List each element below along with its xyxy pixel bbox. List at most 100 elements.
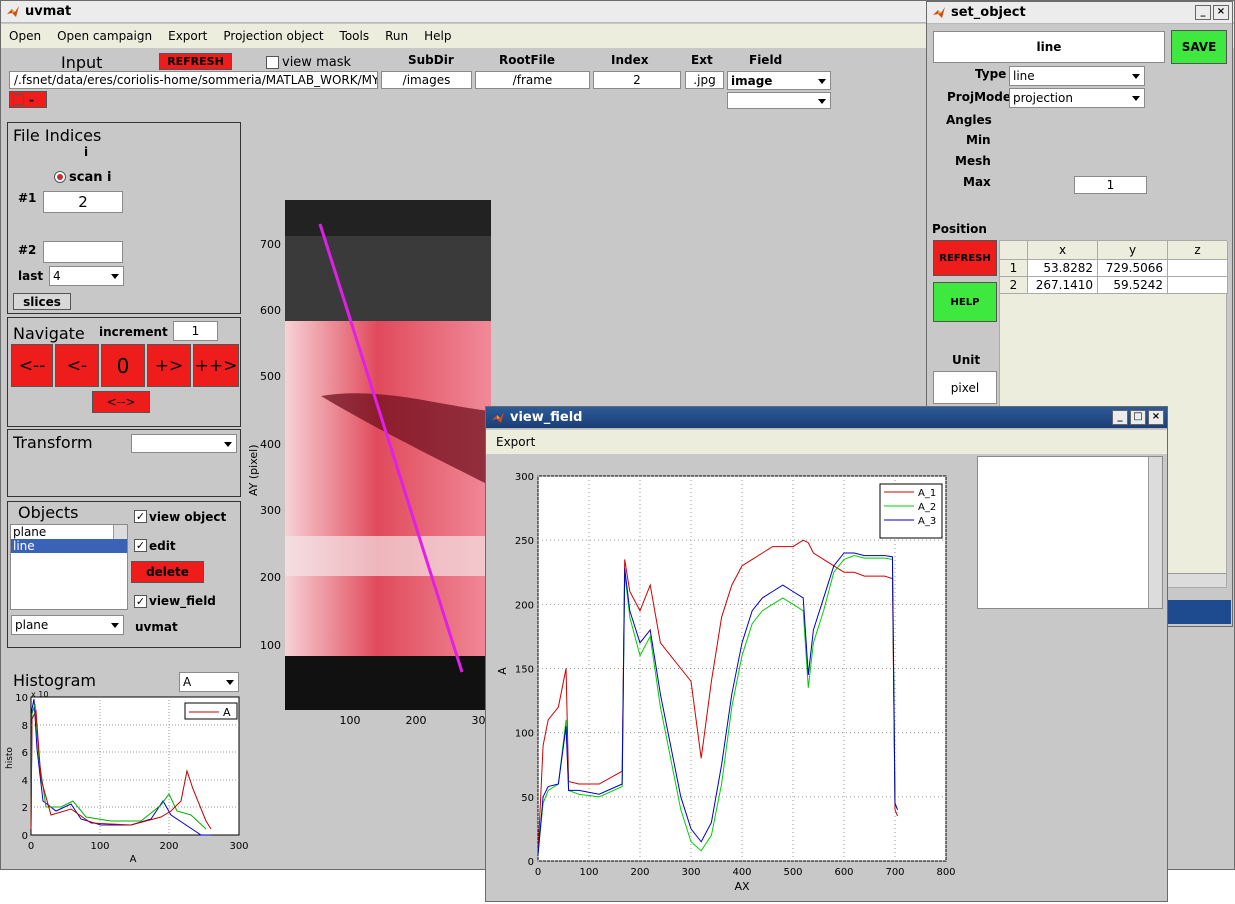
edit-label: edit [149,539,176,553]
table-cell-z[interactable] [1168,260,1228,277]
nav-last-button[interactable]: ++> [193,344,239,387]
table-cell-y[interactable]: 729.5066 [1098,260,1168,277]
help-button[interactable]: HELP [933,282,997,322]
image-xtick-200: 200 [406,714,427,727]
menu-export[interactable]: Export [160,29,215,43]
view-field-label: view_field [149,594,216,608]
chart-ytick-150: 150 [515,665,534,676]
set-object-refresh-button[interactable]: REFRESH [933,240,997,276]
new-object-select[interactable]: plane [11,615,124,635]
menu-projection-object[interactable]: Projection object [215,29,331,43]
histogram-xtick-300: 300 [229,841,248,852]
view-mask-checkbox[interactable] [266,56,279,69]
chart-legend-label-a-2: A_2 [918,502,936,513]
maximize-icon[interactable]: □ [1130,410,1146,425]
histogram-ytick-6: 6 [22,748,28,759]
image-ytick-700: 700 [260,238,281,251]
view-field-checkbox[interactable]: ✓ [134,595,147,608]
n2-input[interactable] [43,241,123,263]
uvmat-title: uvmat [25,4,72,19]
field-select[interactable]: image [727,71,831,90]
slices-button[interactable]: slices [13,293,71,310]
ext-input[interactable]: .jpg [685,71,724,89]
menu-tools[interactable]: Tools [332,29,378,43]
nav-prev-button[interactable]: <- [55,344,99,387]
scan-i-radio[interactable] [54,171,66,183]
chart-xtick-600: 600 [834,867,853,878]
input-refresh-button[interactable]: REFRESH [159,53,232,70]
max-input[interactable]: 1 [1074,176,1147,194]
table-cell-x[interactable]: 53.8282 [1028,260,1098,277]
i-label: i [84,145,89,159]
table-header-x[interactable]: x [1028,241,1098,260]
table-header-z[interactable]: z [1168,241,1228,260]
image-plot[interactable]: AY (pixel) 100 200 300 400 500 600 700 1… [241,196,491,736]
table-cell-y[interactable]: 59.5242 [1098,277,1168,294]
menu-open-campaign[interactable]: Open campaign [49,29,160,43]
projmode-select[interactable]: projection [1009,88,1145,108]
chart-legend-label-a-3: A_3 [918,516,936,527]
objects-list-item-line[interactable]: line [11,539,127,553]
minus-checkbox[interactable] [13,94,24,105]
menu-help[interactable]: Help [416,29,459,43]
nav-zero-button[interactable]: 0 [101,344,145,387]
unit-input[interactable]: pixel [933,371,997,404]
view-object-checkbox[interactable]: ✓ [134,510,147,523]
index-header: Index [611,53,649,67]
objects-panel: Objects plane line ✓ view object ✓ edit … [7,501,241,648]
transform-select[interactable] [131,434,237,453]
delete-button[interactable]: delete [131,561,204,583]
view-field-menu-export[interactable]: Export [486,435,543,449]
chart-ylabel: A [496,667,509,675]
transform-title: Transform [13,433,93,452]
histogram-legend-label: A [223,706,231,719]
increment-input[interactable]: 1 [173,321,218,341]
table-cell-x[interactable]: 267.1410 [1028,277,1098,294]
chart-xtick-0: 0 [535,867,541,878]
type-select[interactable]: line [1009,66,1145,86]
chart-xtick-500: 500 [783,867,802,878]
image-tank-box [285,236,491,321]
side-list-scrollbar[interactable] [1148,457,1162,608]
nav-next-button[interactable]: +> [147,344,191,387]
table-header-y[interactable]: y [1098,241,1168,260]
index-input[interactable]: 2 [593,71,681,89]
chart-x-ticks: 0 100 200 300 400 500 600 700 800 [535,867,956,878]
minus-button[interactable]: - [9,91,47,108]
objects-list-item-plane[interactable]: plane [11,525,127,539]
close-icon[interactable]: × [1213,5,1229,20]
n1-input[interactable]: 2 [43,191,123,213]
last-select[interactable]: 4 [49,266,124,286]
histogram-plot[interactable]: x 10 A histo 0 2 4 6 8 10 0 100 200 300 … [1,689,251,867]
view-field-chart[interactable]: 0 100 200 300 400 500 600 700 800 0 50 100 150 200 25… [486,456,966,900]
subdir-input[interactable]: /images [381,71,472,89]
objects-list[interactable]: plane line [10,524,128,610]
minimize-icon[interactable]: _ [1112,410,1128,425]
minimize-icon[interactable]: _ [1195,5,1211,20]
file-indices-panel: File Indices i scan i #1 2 #2 last 4 sli… [7,122,241,314]
rootfile-input[interactable]: /frame [475,71,590,89]
max-label: Max [963,175,991,189]
histogram-x-ticks: 0 100 200 300 [28,841,249,852]
histogram-ytick-2: 2 [22,803,28,814]
objects-list-scrollbar[interactable] [113,525,127,539]
path-input[interactable]: /.fsnet/data/eres/coriolis-home/sommeria… [9,71,378,89]
matlab-logo-icon [933,7,945,18]
view-mask-label: view mask [282,55,351,70]
object-name-input[interactable]: line [933,31,1165,63]
save-button[interactable]: SAVE [1171,30,1227,64]
histogram-y-ticks: 0 2 4 6 8 10 [15,693,28,842]
type-label: Type [975,67,1007,81]
nav-first-button[interactable]: <-- [11,344,53,387]
close-icon[interactable]: × [1148,410,1164,425]
ext-header: Ext [691,53,713,67]
edit-checkbox[interactable]: ✓ [134,539,147,552]
menu-run[interactable]: Run [377,29,416,43]
view-field-titlebar[interactable]: view_field _ □ × [486,407,1167,429]
view-field-side-list[interactable] [977,456,1163,609]
field2-select[interactable] [727,92,831,109]
menu-open[interactable]: Open [1,29,49,43]
table-cell-z[interactable] [1168,277,1228,294]
nav-both-button[interactable]: <--> [92,391,150,413]
set-object-titlebar[interactable]: set_object _ × [927,2,1232,24]
